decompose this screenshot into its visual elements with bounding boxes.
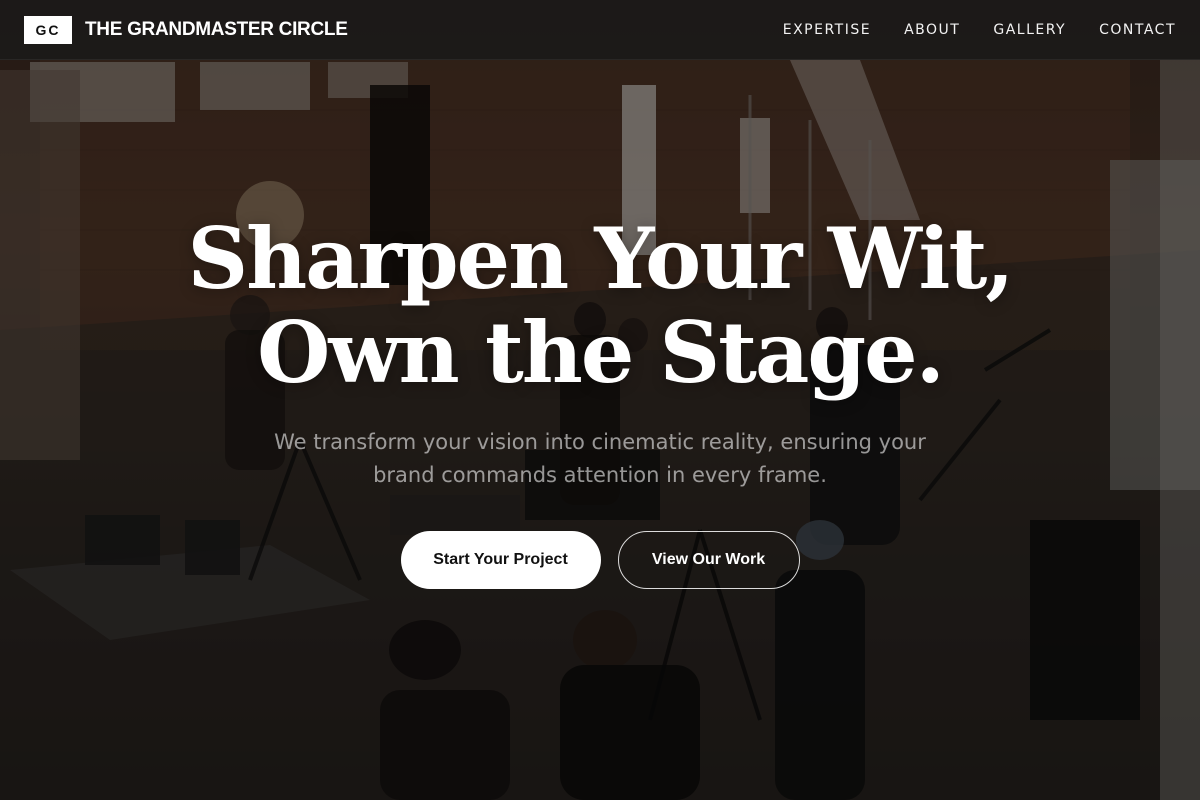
brand-name[interactable]: THE GRANDMASTER CIRCLE [85,19,348,41]
hero-headline-line-2: Own the Stage. [257,303,945,402]
nav-link-gallery[interactable]: GALLERY [993,22,1066,38]
start-project-button[interactable]: Start Your Project [400,531,601,589]
hero-section: Sharpen Your Wit, Own the Stage. We tran… [0,60,1200,800]
nav-link-contact[interactable]: CONTACT [1099,22,1176,38]
view-work-button[interactable]: View Our Work [617,531,800,589]
hero-headline-line-1: Sharpen Your Wit, [187,209,1015,308]
main-nav: EXPERTISE ABOUT GALLERY CONTACT [783,22,1176,38]
hero-actions: Start Your Project View Our Work [0,531,1200,589]
nav-link-expertise[interactable]: EXPERTISE [783,22,871,38]
nav-link-about[interactable]: ABOUT [904,22,960,38]
hero-headline: Sharpen Your Wit, Own the Stage. [0,212,1200,400]
site-header: GC THE GRANDMASTER CIRCLE EXPERTISE ABOU… [0,0,1200,60]
hero-subheading: We transform your vision into cinematic … [274,430,926,487]
logo-badge[interactable]: GC [24,15,72,44]
